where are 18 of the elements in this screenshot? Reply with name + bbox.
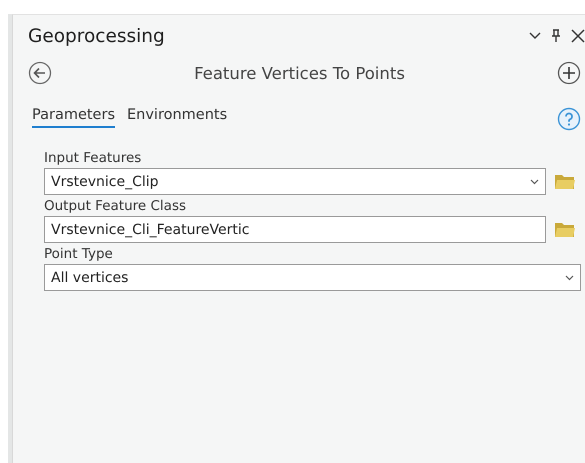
close-icon[interactable]	[571, 29, 585, 43]
dropdown-field[interactable]: Vrstevnice_Clip	[44, 168, 546, 195]
chevron-down-icon	[565, 274, 574, 280]
input-field[interactable]: Vrstevnice_Cli_FeatureVertic	[44, 216, 546, 243]
pane-title: Geoprocessing	[28, 26, 166, 46]
parameter-label: Output Feature Class	[44, 197, 188, 215]
tab[interactable]: Environments	[127, 107, 228, 128]
add-icon[interactable]	[557, 61, 581, 85]
tool-title: Feature Vertices To Points	[193, 64, 406, 82]
parameter-label: Input Features	[44, 149, 142, 167]
chevron-down-icon[interactable]	[529, 32, 541, 40]
tab[interactable]: Parameters	[32, 107, 115, 128]
chevron-down-icon	[530, 178, 539, 184]
parameter-label: Point Type	[44, 245, 114, 263]
pin-icon[interactable]	[551, 29, 561, 43]
help-icon[interactable]	[557, 107, 581, 131]
back-icon[interactable]	[28, 61, 52, 85]
dropdown-field[interactable]: All vertices	[44, 264, 581, 291]
